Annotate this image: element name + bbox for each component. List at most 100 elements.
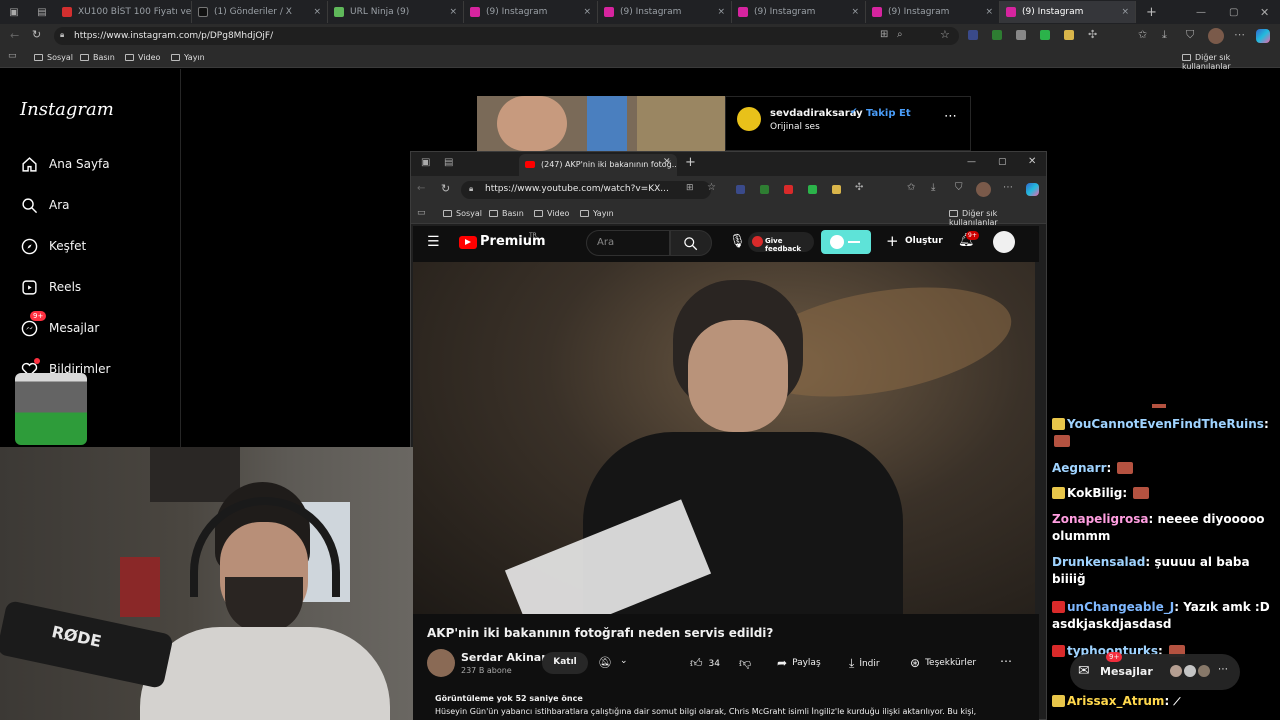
back-icon[interactable]: ← <box>10 29 19 42</box>
post-avatar[interactable] <box>737 107 761 131</box>
close-button[interactable]: ✕ <box>1260 6 1269 19</box>
extension-icon[interactable] <box>784 185 793 194</box>
workspaces-icon[interactable]: ▣ <box>9 7 18 18</box>
favorite-star-icon[interactable]: ☆ <box>707 182 716 193</box>
tab-instagram[interactable]: (9) Instagram × <box>732 1 866 23</box>
shield-icon[interactable]: ⛉ <box>955 182 963 193</box>
video-player[interactable] <box>413 262 1035 614</box>
other-bookmarks[interactable]: Diğer sık kullanılanlar <box>949 209 1046 227</box>
close-tab-icon[interactable]: ✕ <box>663 157 671 167</box>
create-button[interactable]: Oluştur <box>905 236 943 246</box>
bookmark-folder[interactable]: Video <box>125 53 160 62</box>
bookmark-folder[interactable]: Sosyal <box>443 209 482 218</box>
download-icon[interactable]: ⤓ <box>1162 28 1167 42</box>
youtube-logo-icon[interactable] <box>459 236 477 249</box>
follow-button[interactable]: Takip Et <box>866 108 911 119</box>
nav-search[interactable]: Ara <box>20 196 70 214</box>
tab-bist[interactable]: XU100 BİST 100 Fiyatı ve...× <box>56 1 192 23</box>
give-feedback-button[interactable]: Give feedback <box>748 232 814 253</box>
reading-list-icon[interactable]: ▭ <box>8 51 17 61</box>
copilot-icon[interactable] <box>1256 29 1270 43</box>
like-button[interactable]: 👍︎ 34 <box>690 656 720 671</box>
minimize-button[interactable]: — <box>967 157 976 167</box>
nav-reels[interactable]: Reels <box>20 278 81 296</box>
tab-urlninja[interactable]: URL Ninja (9) × <box>328 1 464 23</box>
more-actions-icon[interactable]: ⋯ <box>1000 654 1012 668</box>
workspaces-icon[interactable]: ▣ <box>421 157 430 168</box>
extension-icon[interactable] <box>1064 30 1074 40</box>
tab-actions-icon[interactable]: ▤ <box>37 7 46 18</box>
favorite-star-icon[interactable]: ☆ <box>940 28 950 41</box>
menu-icon[interactable]: ⋯ <box>1003 182 1013 193</box>
other-bookmarks[interactable]: Diğer sık kullanılanlar <box>1182 53 1280 71</box>
nav-home[interactable]: Ana Sayfa <box>20 155 110 173</box>
bookmark-folder[interactable]: Sosyal <box>34 53 73 62</box>
extension-icon[interactable] <box>1016 30 1026 40</box>
puzzle-icon[interactable]: ✣ <box>1088 28 1097 41</box>
dislike-button[interactable]: 👎︎ <box>739 656 751 671</box>
profile-avatar[interactable] <box>1208 28 1224 44</box>
tab-youtube-active[interactable]: (247) AKP'nin iki bakanının fotoğ... <box>519 154 677 176</box>
zoom-icon[interactable]: ⌕ <box>897 29 903 40</box>
tab-x[interactable]: (1) Gönderiler / X × <box>192 1 328 23</box>
more-options-icon[interactable]: ⋯ <box>944 109 957 124</box>
bookmark-folder[interactable]: Basın <box>489 209 524 218</box>
join-button[interactable]: Katıl <box>542 652 588 674</box>
app-icon[interactable]: ⊞ <box>880 29 888 40</box>
tab-instagram[interactable]: (9) Instagram × <box>866 1 1000 23</box>
channel-avatar[interactable] <box>427 649 455 677</box>
reading-list-icon[interactable]: ▭ <box>417 208 426 218</box>
microphone-icon[interactable]: 🎙︎ <box>729 234 746 249</box>
copilot-icon[interactable] <box>1026 183 1039 196</box>
extension-icon[interactable] <box>832 185 841 194</box>
url-input[interactable]: 🔒︎ https://www.youtube.com/watch?v=KX... <box>461 181 711 199</box>
tab-instagram-active[interactable]: (9) Instagram × <box>1000 1 1136 23</box>
tab-instagram[interactable]: (9) Instagram × <box>598 1 732 23</box>
channel-name[interactable]: Serdar Akinan <box>461 651 549 664</box>
bookmark-folder[interactable]: Yayın <box>171 53 205 62</box>
url-input[interactable]: 🔒︎ https://www.instagram.com/p/DPg8MhdjO… <box>54 27 959 45</box>
menu-icon[interactable]: ⋯ <box>1234 28 1245 41</box>
app-icon[interactable]: ⊞ <box>686 183 694 193</box>
original-audio[interactable]: Orijinal ses <box>770 122 820 132</box>
new-tab-button[interactable]: + <box>1146 5 1157 20</box>
download-icon[interactable]: ⤓ <box>931 182 935 193</box>
new-tab-button[interactable]: + <box>685 155 696 170</box>
search-input[interactable]: Ara <box>586 230 670 256</box>
favorites-icon[interactable]: ✩ <box>1138 28 1147 41</box>
nav-explore[interactable]: Keşfet <box>20 237 86 255</box>
nav-messages[interactable]: Mesajlar 9+ <box>20 311 99 337</box>
profile-avatar[interactable] <box>976 182 991 197</box>
bell-off-icon[interactable]: 🔕︎ <box>598 656 612 669</box>
puzzle-icon[interactable]: ✣ <box>855 182 863 193</box>
extension-icon[interactable] <box>1040 30 1050 40</box>
maximize-button[interactable]: ▢ <box>1229 7 1238 18</box>
create-icon[interactable]: + <box>886 232 899 250</box>
instagram-messages-pill[interactable]: ✉︎ 9+ Mesajlar ⋯ <box>1070 652 1240 690</box>
minimize-button[interactable]: — <box>1196 7 1206 18</box>
account-avatar[interactable] <box>993 231 1015 253</box>
share-button[interactable]: ➦ Paylaş <box>777 656 821 670</box>
shield-icon[interactable]: ⛉ <box>1186 28 1194 42</box>
favorites-icon[interactable]: ✩ <box>907 182 915 193</box>
post-username[interactable]: sevdadiraksaray <box>770 108 863 119</box>
search-button[interactable] <box>670 230 712 256</box>
bookmark-folder[interactable]: Basın <box>80 53 115 62</box>
bookmark-folder[interactable]: Video <box>534 209 569 218</box>
maximize-button[interactable]: ▢ <box>998 157 1007 167</box>
extension-icon[interactable] <box>992 30 1002 40</box>
thanks-button[interactable]: ⊛ Teşekkürler <box>910 656 976 670</box>
extension-icon[interactable] <box>968 30 978 40</box>
instagram-logo[interactable]: Instagram <box>20 99 114 120</box>
hamburger-menu-icon[interactable]: ☰ <box>427 234 440 250</box>
extension-icon[interactable] <box>736 185 745 194</box>
chevron-down-icon[interactable]: ⌄ <box>620 656 628 666</box>
video-description[interactable]: Hüseyin Gün'ün yabancı istihbaratlara ça… <box>435 707 1015 716</box>
tab-instagram[interactable]: (9) Instagram × <box>464 1 598 23</box>
tab-actions-icon[interactable]: ▤ <box>444 157 453 168</box>
extension-toggle[interactable] <box>821 230 871 254</box>
extension-icon[interactable] <box>808 185 817 194</box>
close-button[interactable]: ✕ <box>1028 156 1036 167</box>
extension-icon[interactable] <box>760 185 769 194</box>
reload-icon[interactable]: ↻ <box>441 182 450 195</box>
